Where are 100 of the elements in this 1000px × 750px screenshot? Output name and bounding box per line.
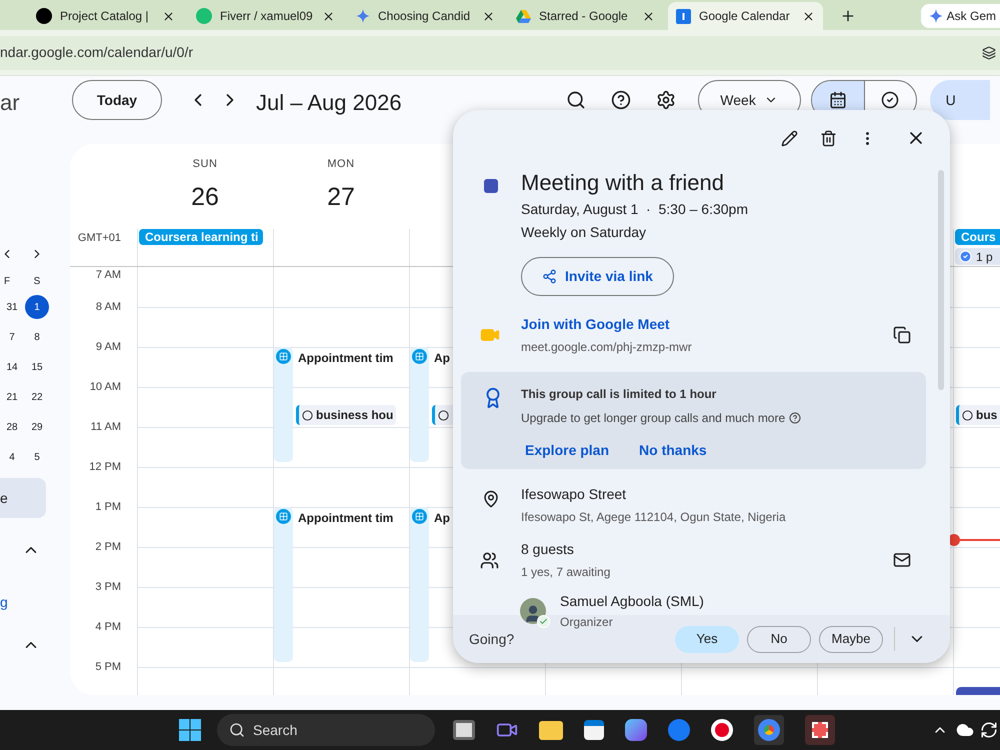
browser-tab[interactable]: Google Calendar (668, 2, 823, 30)
help-icon[interactable] (789, 412, 802, 424)
close-icon[interactable] (642, 10, 655, 22)
location-address: Ifesowapo St, Agege 112104, Ogun State, Nigeria (521, 509, 786, 526)
email-icon[interactable] (893, 551, 911, 569)
rsvp-option[interactable]: Yes (675, 626, 739, 652)
mini-calendar-day[interactable]: 7 (0, 325, 24, 349)
folder-icon[interactable] (539, 720, 563, 740)
copy-icon[interactable] (893, 326, 911, 344)
meet-url: meet.google.com/phj-zmzp-mwr (521, 339, 692, 356)
hour-label: 1 PM (95, 500, 121, 515)
day-number[interactable]: 26 (191, 178, 219, 216)
check-circle-icon (881, 91, 900, 109)
task-view-icon[interactable] (453, 720, 475, 740)
appointment-bar[interactable] (410, 507, 429, 662)
cloud-icon[interactable] (956, 721, 974, 739)
event-title[interactable]: Ap (434, 349, 450, 367)
upgrade-button[interactable]: U (930, 80, 990, 120)
guest-count: 8 guests (521, 540, 575, 559)
appointment-icon (276, 509, 291, 524)
event-title: bus (976, 407, 998, 424)
browser-tab[interactable]: Fiverr / xamuel09 (188, 2, 343, 30)
browser-tab[interactable]: Choosing Candid (348, 2, 503, 30)
mini-calendar-day[interactable]: 31 (0, 295, 24, 319)
guest-name: Samuel Agboola (SML) (560, 592, 704, 611)
booking-chip[interactable]: business hou (296, 405, 396, 425)
invite-link-button[interactable]: Invite via link (521, 257, 674, 296)
mini-calendar-day[interactable]: 29 (25, 415, 49, 439)
meet-link[interactable]: Join with Google Meet (521, 314, 692, 335)
sidebar-item[interactable]: e (0, 478, 46, 518)
hour-label: 10 AM (90, 380, 121, 395)
event-recurrence: Weekly on Saturday (521, 223, 648, 242)
event-title[interactable]: Appointment tim (298, 509, 394, 527)
search-icon[interactable] (566, 90, 586, 110)
ask-gemini-button[interactable]: Ask Gem (920, 4, 1000, 28)
mini-calendar-day[interactable]: 22 (25, 385, 49, 409)
notice-action[interactable]: Explore plan (525, 440, 610, 461)
settings-icon[interactable] (656, 90, 676, 110)
windows-icon[interactable] (179, 719, 201, 741)
close-icon[interactable] (482, 10, 495, 22)
browser-tab[interactable]: Starred - Google (508, 2, 663, 30)
extension-icon[interactable] (982, 46, 996, 60)
address-bar[interactable]: ndar.google.com/calendar/u/0/r (0, 36, 1000, 70)
appointment-bar[interactable] (410, 347, 429, 462)
task-chip[interactable]: 1 p (955, 248, 1000, 265)
update-icon[interactable] (980, 721, 998, 739)
rsvp-label: Going? (469, 630, 514, 649)
hour-label: 12 PM (89, 460, 121, 475)
close-icon[interactable] (322, 10, 335, 22)
hour-label: 9 AM (96, 340, 121, 355)
appointment-icon (276, 349, 291, 364)
circle-icon (962, 410, 973, 420)
booking-chip[interactable]: bus (956, 405, 1000, 425)
taskbar-search[interactable]: Search (217, 714, 435, 746)
mini-calendar-day[interactable]: 4 (0, 445, 24, 469)
browser-tab[interactable]: Project Catalog | (28, 2, 183, 30)
notice-text: Upgrade to get longer group calls and much more (521, 409, 802, 427)
close-icon[interactable] (802, 10, 815, 22)
weekday-label: MON (327, 157, 355, 172)
timezone-label: GMT+01 (76, 231, 122, 246)
rsvp-option[interactable]: No (747, 626, 811, 652)
weekday-label: F (2, 274, 12, 288)
day-number[interactable]: 27 (327, 178, 355, 216)
edit-icon[interactable] (781, 130, 798, 146)
mini-calendar-day[interactable]: 1 (25, 295, 49, 319)
delete-icon[interactable] (820, 130, 837, 146)
rsvp-option[interactable]: Maybe (819, 626, 883, 652)
mini-calendar-day[interactable]: 28 (0, 415, 24, 439)
date-range: Jul – Aug 2026 (256, 89, 402, 117)
scrollbar[interactable] (938, 170, 944, 390)
sidebar-link[interactable]: g (0, 592, 70, 613)
event-title: business hou (316, 407, 394, 424)
appointment-bar[interactable] (274, 347, 293, 462)
mini-calendar-day[interactable]: 21 (0, 385, 24, 409)
mini-calendar-day[interactable]: 5 (25, 445, 49, 469)
hour-label: 5 PM (95, 660, 121, 675)
mini-calendar-day[interactable]: 8 (25, 325, 49, 349)
new-tab-icon[interactable] (840, 8, 856, 24)
event-title[interactable]: Ap (434, 509, 450, 527)
location-name: Ifesowapo Street (521, 485, 628, 504)
hour-label: 7 AM (96, 268, 121, 283)
appointment-bar[interactable] (274, 507, 293, 662)
notice-action[interactable]: No thanks (639, 440, 707, 461)
event-title[interactable]: Appointment tim (298, 349, 394, 367)
mini-calendar-day[interactable]: 14 (0, 355, 24, 379)
circle-icon (302, 410, 313, 420)
snipping-tool-icon[interactable] (805, 715, 835, 745)
help-icon[interactable] (610, 90, 631, 110)
appointment-icon (412, 349, 427, 364)
event-title: Meeting with a friend (521, 169, 725, 197)
browser-icon[interactable] (754, 715, 784, 745)
mini-calendar-day[interactable]: 15 (25, 355, 49, 379)
guest-role: Organizer (560, 614, 614, 631)
circle-icon (438, 410, 449, 420)
store-icon[interactable] (584, 720, 604, 740)
location-icon (482, 490, 500, 508)
today-button[interactable]: Today (72, 80, 162, 120)
sparkle-icon (928, 9, 943, 23)
sparkle-icon (356, 9, 370, 23)
close-icon[interactable] (162, 10, 175, 22)
